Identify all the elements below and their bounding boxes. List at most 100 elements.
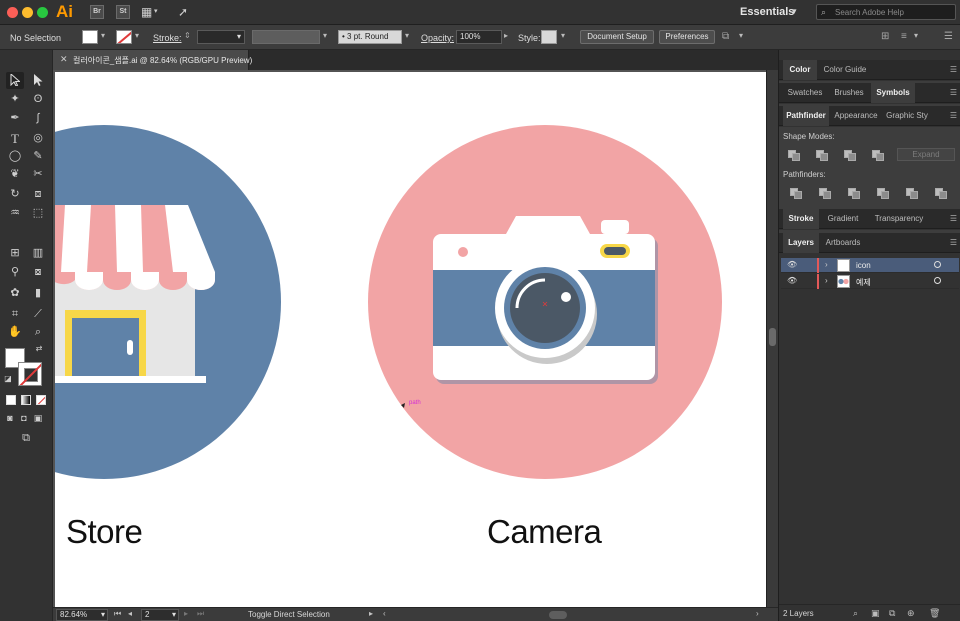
arrange-documents-icon[interactable]: ▦ bbox=[141, 5, 152, 19]
window-zoom-button[interactable] bbox=[37, 7, 48, 18]
canvas-area[interactable]: path Store Camera bbox=[53, 70, 766, 607]
stroke-weight-stepper-icon[interactable]: ⇕ bbox=[184, 31, 191, 40]
fill-swatch[interactable] bbox=[82, 30, 98, 44]
minus-front-icon[interactable] bbox=[815, 149, 829, 162]
expand-button[interactable]: Expand bbox=[897, 148, 955, 161]
intersect-icon[interactable] bbox=[843, 149, 857, 162]
crop-icon[interactable] bbox=[876, 187, 890, 200]
document-setup-button[interactable]: Document Setup bbox=[580, 30, 654, 44]
panel-menu-icon[interactable]: ☰ bbox=[950, 88, 957, 97]
horizontal-scroll-thumb[interactable] bbox=[549, 611, 567, 619]
rotate-tool-icon[interactable]: ↻ bbox=[6, 186, 24, 203]
pen-tool-icon[interactable]: ✒ bbox=[6, 110, 24, 127]
close-icon[interactable]: ✕ bbox=[60, 54, 68, 65]
layer-target-icon[interactable] bbox=[934, 277, 941, 284]
default-colors-icon[interactable]: ◪ bbox=[2, 373, 14, 385]
store-icon[interactable] bbox=[55, 125, 281, 479]
minus-back-icon[interactable] bbox=[934, 187, 948, 200]
scale-tool-icon[interactable]: ⧈ bbox=[29, 186, 47, 203]
window-close-button[interactable] bbox=[7, 7, 18, 18]
vertical-scroll-thumb[interactable] bbox=[769, 328, 776, 346]
tab-color-guide[interactable]: Color Guide bbox=[819, 60, 871, 80]
create-new-layer-icon[interactable]: ⊕ bbox=[907, 608, 915, 619]
layer-row[interactable]: 👁 › icon bbox=[781, 258, 959, 273]
opacity-field[interactable]: 100% bbox=[456, 30, 502, 44]
gpu-performance-icon[interactable]: ➚ bbox=[178, 5, 188, 19]
stroke-weight-field[interactable]: ▾ bbox=[197, 30, 245, 44]
visibility-eye-icon[interactable]: 👁 bbox=[787, 260, 797, 269]
first-artboard-icon[interactable]: ⏮ bbox=[114, 609, 121, 619]
create-sublayer-icon[interactable]: ⧉ bbox=[889, 608, 895, 619]
blend-tool-icon[interactable]: ⧇ bbox=[29, 264, 47, 281]
tab-gradient[interactable]: Gradient bbox=[821, 209, 865, 229]
align-options-icon[interactable]: ⧉ bbox=[722, 31, 729, 42]
gradient-mode-icon[interactable] bbox=[21, 395, 31, 405]
preferences-button[interactable]: Preferences bbox=[659, 30, 715, 44]
tab-swatches[interactable]: Swatches bbox=[783, 83, 827, 103]
opacity-chevron-icon[interactable]: ▸ bbox=[504, 31, 508, 40]
control-panel-menu-icon[interactable]: ☰ bbox=[944, 31, 953, 42]
tab-layers[interactable]: Layers bbox=[783, 233, 819, 253]
perspective-grid-tool-icon[interactable]: ⊞ bbox=[6, 245, 24, 262]
brush-chevron-icon[interactable]: ▾ bbox=[405, 31, 409, 40]
tab-appearance[interactable]: Appearance bbox=[831, 106, 881, 126]
brush-definition-dropdown[interactable]: • 3 pt. Round bbox=[338, 30, 402, 44]
camera-icon[interactable] bbox=[368, 125, 722, 479]
zoom-tool-icon[interactable]: ⌕ bbox=[29, 324, 47, 341]
draw-behind-icon[interactable]: ◘ bbox=[18, 410, 30, 427]
distribute-icon[interactable]: ≡ bbox=[901, 31, 907, 42]
zoom-level-field[interactable]: 82.64% ▾ bbox=[56, 609, 108, 621]
graphic-style-swatch[interactable] bbox=[541, 30, 557, 44]
tab-stroke[interactable]: Stroke bbox=[783, 209, 819, 229]
artboard[interactable]: path Store Camera bbox=[55, 72, 766, 607]
ellipse-tool-icon[interactable]: ◯ bbox=[6, 148, 24, 165]
stroke-swatch[interactable] bbox=[116, 30, 132, 44]
hand-tool-icon[interactable]: ✋ bbox=[6, 324, 24, 341]
draw-inside-icon[interactable]: ▣ bbox=[32, 410, 44, 427]
draw-normal-icon[interactable]: ◙ bbox=[4, 410, 16, 427]
scissors-tool-icon[interactable]: ✂ bbox=[29, 166, 47, 183]
layer-target-icon[interactable] bbox=[934, 261, 941, 268]
artboard-number-field[interactable]: 2 ▾ bbox=[141, 609, 179, 621]
help-search-input[interactable] bbox=[835, 6, 953, 18]
shaper-tool-icon[interactable]: ❦ bbox=[6, 166, 24, 183]
status-menu-arrow-icon[interactable]: ▸ bbox=[369, 609, 373, 618]
document-tab[interactable]: ✕ 컬러아이콘_샘플.ai @ 82.64% (RGB/GPU Preview) bbox=[53, 50, 252, 70]
scroll-left-icon[interactable]: ‹ bbox=[383, 609, 386, 618]
tab-graphic-styles[interactable]: Graphic Sty bbox=[883, 106, 931, 126]
color-mode-icon[interactable] bbox=[6, 395, 16, 405]
lasso-tool-icon[interactable]: ʘ bbox=[29, 91, 47, 108]
distribute-chevron-icon[interactable]: ▾ bbox=[914, 31, 918, 40]
type-tool-icon[interactable]: T bbox=[6, 130, 24, 147]
exclude-icon[interactable] bbox=[871, 149, 885, 162]
gradient-tool-icon[interactable]: ▥ bbox=[29, 245, 47, 262]
variable-width-profile[interactable] bbox=[252, 30, 320, 44]
tab-symbols[interactable]: Symbols bbox=[871, 83, 915, 103]
panel-menu-icon[interactable]: ☰ bbox=[950, 111, 957, 120]
magic-wand-tool-icon[interactable]: ✦ bbox=[6, 91, 24, 108]
expand-layer-chevron-icon[interactable]: › bbox=[825, 276, 828, 285]
trim-icon[interactable] bbox=[818, 187, 832, 200]
stroke-dropdown-chevron-icon[interactable]: ▾ bbox=[135, 31, 139, 40]
profile-chevron-icon[interactable]: ▾ bbox=[323, 31, 327, 40]
layer-name[interactable]: 예제 bbox=[856, 277, 871, 288]
merge-icon[interactable] bbox=[847, 187, 861, 200]
opacity-label[interactable]: Opacity: bbox=[421, 33, 454, 43]
tab-artboards[interactable]: Artboards bbox=[821, 233, 865, 253]
expand-layer-chevron-icon[interactable]: › bbox=[825, 260, 828, 269]
delete-layer-icon[interactable]: 🗑 bbox=[929, 608, 940, 619]
outline-icon[interactable] bbox=[905, 187, 919, 200]
none-mode-icon[interactable] bbox=[36, 395, 46, 405]
stock-button[interactable]: St bbox=[116, 5, 130, 19]
previous-artboard-icon[interactable]: ◂ bbox=[128, 609, 132, 618]
layer-row[interactable]: 👁 › 예제 bbox=[781, 274, 959, 289]
unite-icon[interactable] bbox=[787, 149, 801, 162]
panel-menu-icon[interactable]: ☰ bbox=[950, 238, 957, 247]
workspace-switcher[interactable]: Essentials bbox=[740, 6, 794, 18]
tab-color[interactable]: Color bbox=[783, 60, 817, 80]
direct-selection-tool-icon[interactable] bbox=[29, 72, 47, 89]
tab-pathfinder[interactable]: Pathfinder bbox=[783, 106, 829, 126]
last-artboard-icon[interactable]: ⏭ bbox=[197, 609, 204, 619]
scroll-right-icon[interactable]: › bbox=[756, 609, 759, 618]
artboard-tool-icon[interactable]: ⌗ bbox=[6, 306, 24, 323]
